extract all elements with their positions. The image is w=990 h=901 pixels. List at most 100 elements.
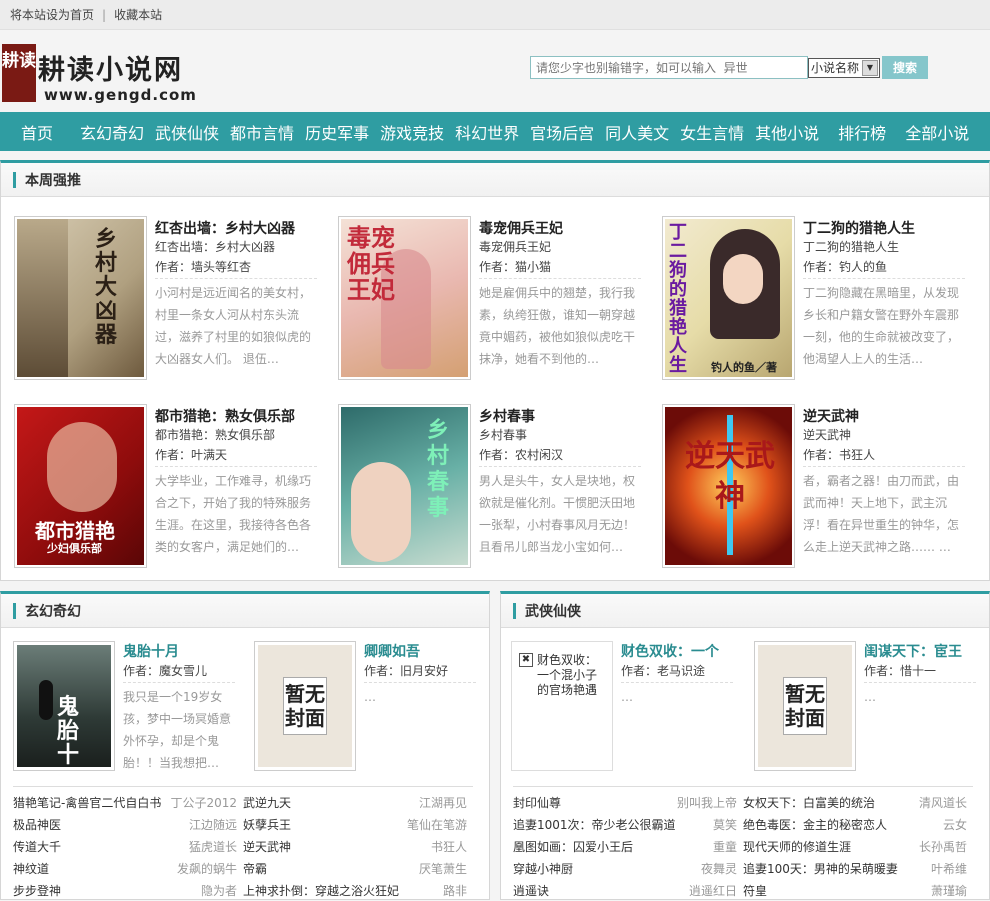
book-cover[interactable]: 乡村春事 xyxy=(338,404,471,568)
list-item[interactable]: 凰图如画：囚爱小王后 重童 xyxy=(513,838,743,855)
book-card[interactable]: 毒宠佣兵王妃 毒宠佣兵王妃 毒宠佣兵王妃 作者：猫小猫 她是雇佣兵中的翘楚，我行… xyxy=(338,216,648,390)
list-row: 穿越小神厨 夜舞灵 追妻100天：男神的呆萌暖妻 叶希维 xyxy=(513,857,973,879)
list-item[interactable]: 上神求扑倒：穿越之浴火狂妃 路非 xyxy=(243,882,473,899)
book-cover[interactable]: ✖ 财色双收：一个混小子的官场艳遇 xyxy=(511,641,613,771)
book-card[interactable]: 丁二狗的猎艳人生 钓人的鱼／著 丁二狗的猎艳人生 丁二狗的猎艳人生 作者：钓人的… xyxy=(662,216,972,390)
book-title[interactable]: 都市猎艳：熟女俱乐部 xyxy=(155,406,317,426)
book-author: 作者：农村闲汉 xyxy=(479,446,641,467)
panel-title: 武侠仙侠 xyxy=(501,594,989,628)
featured-book[interactable]: 暂无封面 闺谋天下：宦王 作者：惜十一 … xyxy=(754,641,984,776)
book-cover[interactable]: 鬼胎十月 xyxy=(13,641,115,771)
nav-item-youxi[interactable]: 游戏竞技 xyxy=(380,120,444,144)
site-logo[interactable]: 耕读 耕读小说网 www.gengd.com xyxy=(0,42,205,104)
list-item[interactable]: 极品神医 江边随远 xyxy=(13,816,243,833)
list-item[interactable]: 神纹道 发飙的蜗牛 xyxy=(13,860,243,877)
book-card[interactable]: 乡村春事 乡村春事 乡村春事 作者：农村闲汉 男人是头牛，女人是块地，权欲就是催… xyxy=(338,404,648,578)
book-subtitle: 乡村春事 xyxy=(479,428,528,442)
book-cover[interactable]: 暂无封面 xyxy=(254,641,356,771)
list-item[interactable]: 逍遥诀 逍遥红日 xyxy=(513,882,743,899)
nav-item-xuanhuan[interactable]: 玄幻奇幻 xyxy=(80,120,144,144)
list-item[interactable]: 追妻1001次：帝少老公很霸道 莫笑 xyxy=(513,816,743,833)
list-item[interactable]: 穿越小神厨 夜舞灵 xyxy=(513,860,743,877)
xuanhuan-panel: 玄幻奇幻 鬼胎十月 鬼胎十月 作者：魔女雪儿 我只是一个19岁女孩，梦中一场冥婚… xyxy=(0,591,490,900)
book-author: 作者：猫小猫 xyxy=(479,258,641,279)
book-title[interactable]: 卿卿如吾 xyxy=(364,641,476,661)
nav-item-dushi[interactable]: 都市言情 xyxy=(230,120,294,144)
list-row: 极品神医 江边随远 妖孽兵王 笔仙在笔游 xyxy=(13,813,473,835)
top-bar: 将本站设为首页 | 收藏本站 xyxy=(0,0,990,30)
book-author: 作者：书狂人 xyxy=(803,446,965,467)
list-item[interactable]: 猎艳笔记-禽兽官二代自白书 丁公子2012 xyxy=(13,794,243,811)
list-item[interactable]: 步步登神 隐为者 xyxy=(13,882,243,899)
list-row: 凰图如画：囚爱小王后 重童 现代天师的修道生涯 长孙禹哲 xyxy=(513,835,973,857)
book-author: 作者：魔女雪儿 xyxy=(123,662,235,683)
book-title[interactable]: 鬼胎十月 xyxy=(123,641,235,661)
search-type-value: 小说名称 xyxy=(811,61,860,75)
broken-image-icon: ✖ xyxy=(519,653,533,667)
nav-item-all[interactable]: 全部小说 xyxy=(905,120,969,144)
book-title[interactable]: 闺谋天下：宦王 xyxy=(864,641,976,661)
list-item[interactable]: 武逆九天 江湖再见 xyxy=(243,794,473,811)
nav-item-home[interactable]: 首页 xyxy=(21,120,53,144)
book-cover[interactable]: 暂无封面 xyxy=(754,641,856,771)
book-cover[interactable]: 都市猎艳 少妇俱乐部 xyxy=(14,404,147,568)
list-item[interactable]: 符皇 萧瑾瑜 xyxy=(743,882,973,899)
book-title[interactable]: 逆天武神 xyxy=(803,406,965,426)
book-description: 小河村是远近闻名的美女村，村里一条女人河从村东头流过，滋养了村里的如狼似虎的大凶… xyxy=(155,286,312,366)
search-type-select[interactable]: 小说名称 ▼ xyxy=(808,57,880,78)
set-homepage-link[interactable]: 将本站设为首页 xyxy=(10,6,94,23)
list-item[interactable]: 封印仙尊 别叫我上帝 xyxy=(513,794,743,811)
list-item[interactable]: 传道大千 猛虎道长 xyxy=(13,838,243,855)
book-title[interactable]: 财色双收：一个 xyxy=(621,641,733,661)
header: 耕读 耕读小说网 www.gengd.com 小说名称 ▼ 搜索 xyxy=(0,30,990,112)
book-list: 猎艳笔记-禽兽官二代自白书 丁公子2012 武逆九天 江湖再见 极品神医 江边随远 妖… xyxy=(13,786,473,901)
book-author: 作者：旧月安好 xyxy=(364,662,476,683)
no-cover-placeholder: 暂无封面 xyxy=(783,677,827,735)
nav-item-wuxia[interactable]: 武侠仙侠 xyxy=(155,120,219,144)
list-item[interactable]: 现代天师的修道生涯 长孙禹哲 xyxy=(743,838,973,855)
book-cover[interactable]: 逆天武神 xyxy=(662,404,795,568)
list-item[interactable]: 女权天下：白富美的统治 清风道长 xyxy=(743,794,973,811)
list-item[interactable]: 追妻100天：男神的呆萌暖妻 叶希维 xyxy=(743,860,973,877)
featured-book[interactable]: ✖ 财色双收：一个混小子的官场艳遇 财色双收：一个 作者：老马识途 … xyxy=(511,641,741,776)
book-title[interactable]: 毒宠佣兵王妃 xyxy=(479,218,641,238)
book-author: 作者：钓人的鱼 xyxy=(803,258,965,279)
book-description: … xyxy=(621,690,633,704)
book-cover[interactable]: 丁二狗的猎艳人生 钓人的鱼／著 xyxy=(662,216,795,380)
nav-item-lishi[interactable]: 历史军事 xyxy=(305,120,369,144)
search-button[interactable]: 搜索 xyxy=(882,56,928,79)
book-author: 作者：惜十一 xyxy=(864,662,976,683)
nav-item-kehuan[interactable]: 科幻世界 xyxy=(455,120,519,144)
search-bar: 小说名称 ▼ 搜索 xyxy=(530,56,928,79)
list-item[interactable]: 绝色毒医：金主的秘密恋人 云女 xyxy=(743,816,973,833)
book-card[interactable]: 逆天武神 逆天武神 逆天武神 作者：书狂人 者，霸者之器！由刀而武，由武而神！天… xyxy=(662,404,972,578)
nav-item-qita[interactable]: 其他小说 xyxy=(755,120,819,144)
book-card[interactable]: 乡村大凶器 红杏出墙：乡村大凶器 红杏出墙：乡村大凶器 作者：墙头等红杏 小河村… xyxy=(14,216,324,390)
nav-item-guanchang[interactable]: 官场后宫 xyxy=(530,120,594,144)
list-row: 猎艳笔记-禽兽官二代自白书 丁公子2012 武逆九天 江湖再见 xyxy=(13,791,473,813)
list-item[interactable]: 帝霸 厌笔萧生 xyxy=(243,860,473,877)
list-row: 逍遥诀 逍遥红日 符皇 萧瑾瑜 xyxy=(513,879,973,901)
book-title[interactable]: 丁二狗的猎艳人生 xyxy=(803,218,965,238)
book-subtitle: 毒宠佣兵王妃 xyxy=(479,240,552,254)
list-item[interactable]: 逆天武神 书狂人 xyxy=(243,838,473,855)
nav-item-tongren[interactable]: 同人美文 xyxy=(605,120,669,144)
featured-book[interactable]: 鬼胎十月 鬼胎十月 作者：魔女雪儿 我只是一个19岁女孩，梦中一场冥婚意外怀孕，… xyxy=(13,641,243,776)
book-author: 作者：墙头等红杏 xyxy=(155,258,317,279)
book-title[interactable]: 乡村春事 xyxy=(479,406,641,426)
nav-item-nvsheng[interactable]: 女生言情 xyxy=(680,120,744,144)
list-row: 封印仙尊 别叫我上帝 女权天下：白富美的统治 清风道长 xyxy=(513,791,973,813)
nav-item-ranking[interactable]: 排行榜 xyxy=(838,120,886,144)
book-cover[interactable]: 乡村大凶器 xyxy=(14,216,147,380)
search-input[interactable] xyxy=(530,56,808,79)
book-title[interactable]: 红杏出墙：乡村大凶器 xyxy=(155,218,317,238)
book-cover[interactable]: 毒宠佣兵王妃 xyxy=(338,216,471,380)
list-item[interactable]: 妖孽兵王 笔仙在笔游 xyxy=(243,816,473,833)
book-description: 丁二狗隐藏在黑暗里，从发现乡长和户籍女警在野外车震那一刻，他的生命就被改变了，他… xyxy=(803,286,960,366)
book-card[interactable]: 都市猎艳 少妇俱乐部 都市猎艳：熟女俱乐部 都市猎艳：熟女俱乐部 作者：叶满天 … xyxy=(14,404,324,578)
weekly-recommend-panel: 本周强推 乡村大凶器 红杏出墙：乡村大凶器 红杏出墙：乡村大凶器 作者：墙头等红… xyxy=(0,160,990,581)
wuxia-panel: 武侠仙侠 ✖ 财色双收：一个混小子的官场艳遇 财色双收：一个 作者：老马识途 …… xyxy=(500,591,990,900)
featured-book[interactable]: 暂无封面 卿卿如吾 作者：旧月安好 … xyxy=(254,641,484,776)
bookmark-site-link[interactable]: 收藏本站 xyxy=(114,6,162,23)
top-bar-separator: | xyxy=(102,7,107,22)
